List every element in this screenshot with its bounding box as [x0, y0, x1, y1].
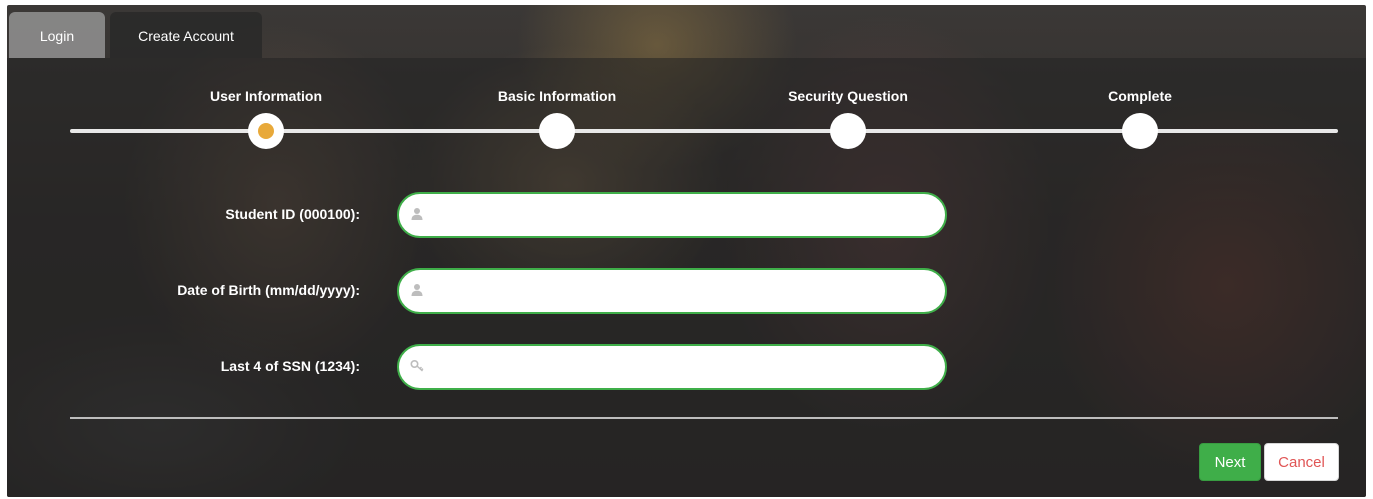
date-of-birth-input[interactable] [431, 270, 935, 314]
student-id-label: Student ID (000100): [225, 206, 360, 222]
key-icon [410, 359, 424, 372]
student-id-input[interactable] [431, 194, 935, 238]
step-dot-user-information [248, 113, 284, 149]
tab-create-account[interactable]: Create Account [110, 12, 262, 58]
date-of-birth-field [397, 268, 947, 314]
step-label-security-question: Security Question [788, 88, 908, 104]
next-button[interactable]: Next [1199, 443, 1261, 481]
cancel-button[interactable]: Cancel [1264, 443, 1339, 481]
tab-login[interactable]: Login [9, 12, 105, 58]
user-icon [411, 284, 423, 296]
step-label-user-information: User Information [209, 88, 323, 104]
form-divider [70, 417, 1338, 419]
ssn-last4-input[interactable] [431, 346, 935, 390]
step-dot-basic-information [539, 113, 575, 149]
step-dot-security-question [830, 113, 866, 149]
step-label-complete: Complete [1108, 88, 1172, 104]
student-id-field [397, 192, 947, 238]
ssn-last4-field [397, 344, 947, 390]
ssn-last4-label: Last 4 of SSN (1234): [220, 358, 360, 374]
date-of-birth-label: Date of Birth (mm/dd/yyyy): [177, 282, 360, 298]
user-icon [411, 208, 423, 220]
step-dot-complete [1122, 113, 1158, 149]
step-label-basic-information: Basic Information [497, 88, 617, 104]
create-account-window: Login Create Account User Information Ba… [7, 5, 1366, 497]
tab-bar: Login Create Account [7, 5, 1366, 58]
